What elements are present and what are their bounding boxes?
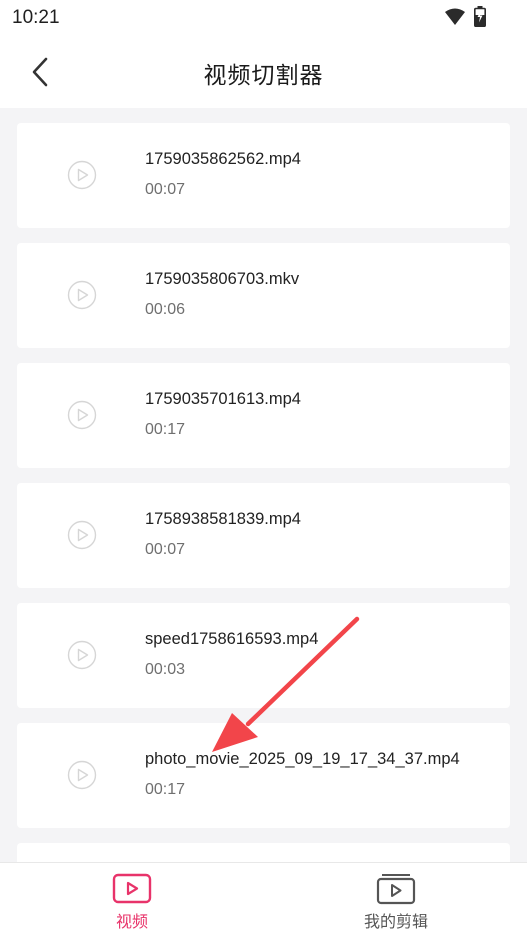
- video-file-name: 1758938581839.mp4: [145, 510, 301, 528]
- video-list-item[interactable]: 1759035701613.mp4 00:17: [17, 363, 510, 468]
- video-list-item[interactable]: 1759035806703.mkv 00:06: [17, 243, 510, 348]
- nav-label-videos: 视频: [115, 914, 148, 931]
- video-file-name: 1759035806703.mkv: [145, 270, 300, 288]
- nav-tab-videos[interactable]: 视频: [32, 863, 232, 936]
- play-circle-icon: [67, 640, 97, 670]
- video-list-item[interactable]: photo_movie_2025_09_19_17_34_37.mp4 00:1…: [17, 723, 510, 828]
- nav-tab-my-edits[interactable]: 我的剪辑: [296, 863, 496, 936]
- page-title: 视频切割器: [203, 62, 324, 88]
- video-file-name: speed1758616593.mp4: [145, 630, 319, 648]
- play-circle-icon: [67, 160, 97, 190]
- app-bar: 视频切割器: [0, 36, 527, 108]
- video-list-item[interactable]: speed1758616593.mp4 00:03: [17, 603, 510, 708]
- status-bar: 10:21: [0, 0, 527, 36]
- video-duration: 00:07: [145, 181, 186, 198]
- video-library-icon: [376, 874, 416, 905]
- video-duration: 00:17: [145, 781, 186, 798]
- nav-label-my-edits: 我的剪辑: [363, 914, 428, 931]
- video-play-icon: [112, 873, 152, 904]
- video-file-name: 1759035862562.mp4: [145, 150, 301, 168]
- bottom-nav: 视频 我的剪辑: [0, 862, 527, 936]
- video-list[interactable]: 1759035862562.mp4 00:07 1759035806703.mk…: [0, 108, 527, 862]
- video-duration: 00:07: [145, 541, 186, 558]
- play-circle-icon: [67, 280, 97, 310]
- video-file-name: 1759035701613.mp4: [145, 390, 301, 408]
- wifi-icon: [445, 8, 465, 25]
- play-circle-icon: [67, 760, 97, 790]
- play-circle-icon: [67, 520, 97, 550]
- play-circle-icon: [67, 400, 97, 430]
- video-duration: 00:03: [145, 661, 186, 678]
- video-list-item[interactable]: 1758938581839.mp4 00:07: [17, 483, 510, 588]
- video-list-item[interactable]: 1759035862562.mp4 00:07: [17, 123, 510, 228]
- video-file-name: photo_movie_2025_09_19_17_34_37.mp4: [145, 750, 460, 768]
- video-duration: 00:06: [145, 301, 186, 318]
- video-duration: 00:17: [145, 421, 186, 438]
- battery-charging-icon: [474, 6, 486, 27]
- video-list-item-partial[interactable]: [17, 843, 510, 862]
- status-time: 10:21: [12, 7, 60, 28]
